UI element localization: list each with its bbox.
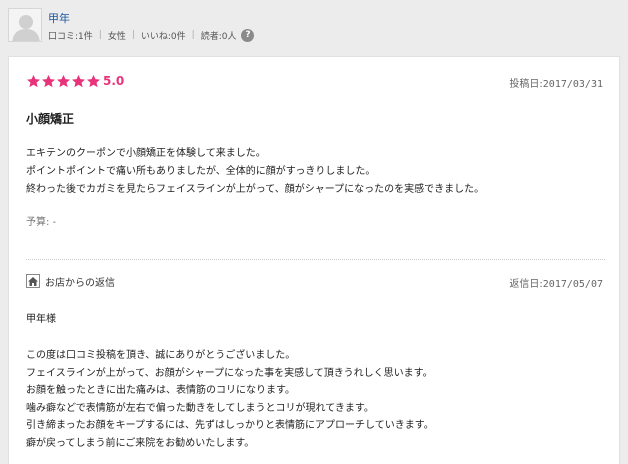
star-icon [57,74,70,87]
budget: 予算: - [26,217,57,228]
help-circle-icon[interactable]: ? [241,28,255,42]
reviewer-stats: 口コミ:1件 | 女性 | いいね:0件 | 読者:0人 ? [48,28,255,42]
rating-score: 5.0 [103,74,125,88]
reply-date-value: 2017/05/07 [542,279,603,290]
star-icon [72,74,85,87]
reviewer-name-link[interactable]: 甲年 [48,10,70,26]
reply-body-line: お顔を触ったときに出た痛みは、表情筋のコリになります。 [26,385,295,396]
reply-date-label: 返信日: [509,279,543,290]
star-icon [42,74,55,87]
reply-body-line: 引き締まったお顔をキープするには、先ずはしっかりと表情筋にアプローチしていきます… [26,420,434,431]
reviewer-gender: 女性 [107,31,126,42]
rating-row: 5.0 [26,73,124,89]
reply-date: 返信日:2017/05/07 [509,275,603,290]
review-card: 5.0 投稿日:2017/03/31 小顔矯正 エキテンのクーポンで小顔矯正を体… [8,56,620,464]
reply-body-line: フェイスラインが上がって、お顔がシャープになった事を実感して頂きうれしく思います… [26,367,433,379]
like-count: いいね:0件 [140,31,186,42]
review-body-line: 終わった後でカガミを見たらフェイスラインが上がって、顔がシャープになったのを実感… [26,184,485,195]
stats-separator: | [131,30,135,40]
review-page: 甲年 口コミ:1件 | 女性 | いいね:0件 | 読者:0人 ? 5.0 投稿… [0,0,628,464]
review-body: エキテンのクーポンで小顔矯正を体験して来ました。 ポイントポイントで痛い所もあり… [26,145,484,199]
stats-separator: | [191,30,195,40]
home-icon [26,274,40,288]
review-title: 小顔矯正 [26,112,75,126]
shop-reply-header: お店からの返信 [26,273,115,289]
star-icon [87,74,100,87]
reply-body-line: 癖が戻ってしまう前にご来院をお勧めいたします。 [26,437,255,449]
post-date: 投稿日:2017/03/31 [509,75,603,90]
reply-salutation: 甲年様 [26,314,56,325]
review-body-line: ポイントポイントで痛い所もありましたが、全体的に顔がすっきりしました。 [26,166,376,177]
stats-separator: | [98,30,102,40]
reply-divider [26,259,605,260]
shop-reply-label: お店からの返信 [45,277,115,289]
reviewer-header: 甲年 口コミ:1件 | 女性 | いいね:0件 | 読者:0人 ? [0,0,628,54]
post-date-value: 2017/03/31 [542,79,603,90]
star-icon [27,74,40,87]
post-date-label: 投稿日: [509,79,543,90]
avatar[interactable] [8,8,42,42]
reader-count: 読者:0人 [200,31,237,42]
reply-body-line: 噛み癖などで表情筋が左右で偏った動きをしてしまうとコリが現れてきます。 [26,402,374,414]
default-user-icon [9,9,41,41]
star-rating [26,74,101,89]
review-count: 口コミ:1件 [48,31,93,42]
reply-body-line: この度は口コミ投稿を頂き、誠にありがとうございました。 [26,350,296,361]
reply-body: この度は口コミ投稿を頂き、誠にありがとうございました。 フェイスラインが上がって… [26,347,434,452]
review-body-line: エキテンのクーポンで小顔矯正を体験して来ました。 [26,148,266,159]
